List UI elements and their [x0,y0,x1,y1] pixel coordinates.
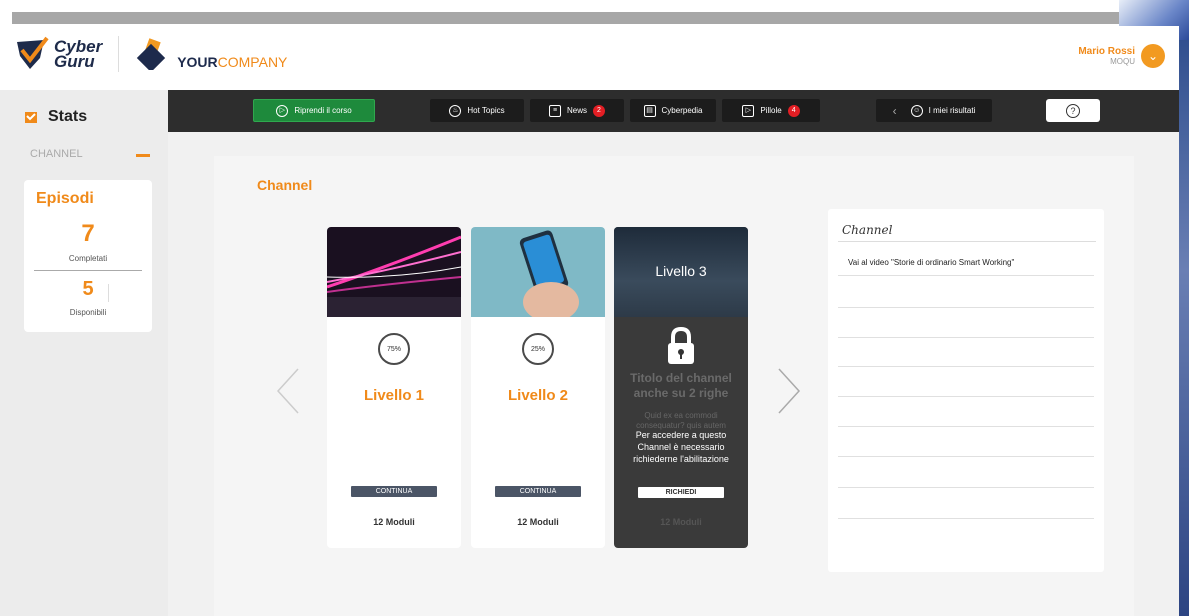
hot-topics-button[interactable]: ♨ Hot Topics [430,99,524,122]
collapse-icon[interactable] [136,154,150,157]
pillole-label: Pillole [760,106,782,115]
available-count: 5 [82,278,94,300]
resume-label: Riprendi il corso [294,106,352,115]
chevron-right-icon[interactable] [774,366,804,416]
company-your: YOUR [177,54,218,70]
help-icon: ? [1066,103,1080,118]
ghost-channel-subtitle: Quid ex ea commodi consequatur? quis aut… [636,411,726,430]
channel-heading: Channel [257,177,313,193]
channel-card-3-locked[interactable]: Livello 3 Titolo del channel anche su 2 … [614,227,748,548]
list-divider [838,518,1094,519]
cyberpedia-button[interactable]: ▤ Cyberpedia [630,99,716,122]
user-dropdown-icon[interactable]: ⌄ [1141,44,1165,68]
episodi-title: Episodi [36,190,94,207]
pillole-badge: 4 [787,104,800,117]
company-logo-icon [137,38,166,70]
help-button[interactable]: ? [1046,99,1100,122]
video-icon: ▷ [742,104,755,117]
completed-label: Completati [68,254,108,263]
level-title: Livello 3 [655,263,707,279]
episodi-tick [108,284,109,302]
locked-message: Per accedere a questo Channel è necessar… [633,430,729,464]
play-icon: ▷ [276,104,289,117]
modules-count: 12 Moduli [373,517,415,527]
brand[interactable]: Cyber Guru YOURCOMPANY [14,36,287,72]
card-1-image [327,227,461,317]
lock-icon [668,326,694,364]
company-wordmark: YOURCOMPANY [177,54,287,70]
stats-heading: Stats [24,108,87,126]
top-bar [12,12,1120,24]
right-edge-decoration [1179,40,1189,616]
channel-card-2[interactable]: 25% Livello 2 CONTINUA 12 Moduli [471,227,605,548]
level-title: Livello 1 [363,387,425,404]
list-divider [838,275,1094,276]
news-button[interactable]: ≡ News 2 [530,99,624,122]
cyberpedia-label: Cyberpedia [661,106,703,115]
request-button[interactable]: RICHIEDI [638,487,724,498]
cyberguru-logo-icon [17,36,49,69]
card-2-image [471,227,605,317]
channel-card-1[interactable]: 75% Livello 1 CONTINUA 12 Moduli [327,227,461,548]
video-link[interactable]: Vai al video "Storie di ordinario Smart … [848,258,1014,267]
hot-topics-label: Hot Topics [467,106,505,115]
channel-side-panel: Channel Vai al video "Storie di ordinari… [828,209,1104,572]
list-divider [838,456,1094,457]
news-label: News [566,106,587,115]
completed-count: 7 [81,220,95,247]
guru-text: Guru [54,52,95,71]
channel-panel: Channel 75% Livello 1 CONTINUA 12 Moduli [214,156,1134,616]
book-icon: ▤ [643,104,656,117]
header: Cyber Guru YOURCOMPANY Mario Rossi MOQU … [0,26,1179,90]
continue-button[interactable]: CONTINUA [495,486,581,497]
flame-icon: ♨ [449,104,462,117]
sidebar: Stats CHANNEL Episodi 7 Completati 5 Dis… [0,90,168,616]
stats-label: Stats [48,108,88,125]
news-badge: 2 [593,104,605,117]
continue-button[interactable]: CONTINUA [351,486,437,497]
user-circle-icon: ☺ [910,104,923,117]
list-divider [838,337,1094,338]
company-rest: COMPANY [217,54,288,70]
list-divider [838,366,1094,367]
list-divider [838,426,1094,427]
cyberguru-wordmark: Cyber Guru [54,38,102,71]
list-divider [838,487,1094,488]
episodi-divider [34,270,142,271]
user-org: MOQU [1110,57,1135,66]
side-panel-title: Channel [842,223,893,237]
ghost-channel-title: Titolo del channel anche su 2 righe [630,371,732,400]
pillole-button[interactable]: ▷ Pillole 4 [722,99,820,122]
chevron-left-icon[interactable]: ‹ [893,104,897,118]
brand-divider [118,36,120,72]
modules-count: 12 Moduli [517,517,559,527]
sidebar-item-channel[interactable]: CHANNEL [30,148,83,160]
side-panel-divider [838,241,1096,242]
top-navbar: ▷ Riprendi il corso ♨ Hot Topics ≡ News 2 ▤ C… [168,90,1179,132]
list-divider [838,307,1094,308]
user-menu[interactable]: Mario Rossi MOQU ⌄ [1078,44,1165,68]
my-results-label: I miei risultati [928,106,976,115]
progress-indicator: 25% [522,333,554,365]
available-label: Disponibili [69,308,107,317]
user-name: Mario Rossi [1078,46,1135,57]
main-content: Channel 75% Livello 1 CONTINUA 12 Moduli [168,132,1179,616]
progress-indicator: 75% [378,333,410,365]
episodi-card: Episodi 7 Completati 5 Disponibili [24,180,152,332]
top-strip [0,0,1189,26]
list-divider [838,396,1094,397]
level-title: Livello 2 [507,387,569,404]
newspaper-icon: ≡ [548,104,561,117]
my-results-button[interactable]: ‹ ☺ I miei risultati [876,99,992,122]
chevron-left-icon[interactable] [273,366,303,416]
resume-course-button[interactable]: ▷ Riprendi il corso [253,99,375,122]
modules-count: 12 Moduli [660,517,702,527]
stats-icon [25,112,37,123]
